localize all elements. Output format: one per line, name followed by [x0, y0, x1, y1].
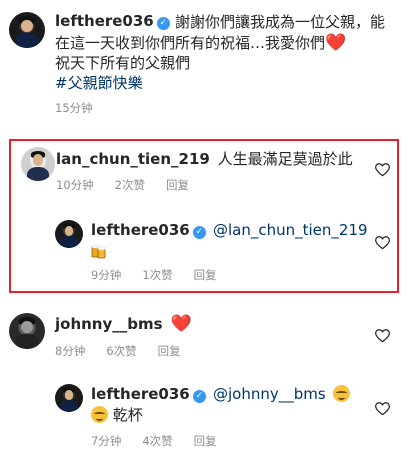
post-caption-line1: 謝謝你們讓我成為一位父親，能 — [175, 13, 386, 31]
reply-2-text: 乾杯 😌 — [91, 405, 143, 425]
comment-2-likes[interactable]: 6次赞 — [106, 344, 136, 358]
heart-outline-icon[interactable] — [375, 163, 390, 177]
comment-1-reply-button[interactable]: 回复 — [166, 178, 189, 192]
heart-outline-icon[interactable] — [375, 329, 390, 343]
beer-mugs-emoji — [91, 244, 106, 259]
verified-badge-icon: ✓ — [192, 390, 206, 403]
reply-1-mention[interactable]: @lan_chun_tien_219 — [213, 221, 368, 239]
reply-2-avatar[interactable] — [55, 384, 83, 412]
reply-2-reply-button[interactable]: 回复 — [194, 434, 217, 448]
heart-outline-icon[interactable] — [375, 236, 390, 250]
reply-1-avatar[interactable] — [55, 220, 83, 248]
reply-1-username[interactable]: lefthere036 — [91, 221, 190, 239]
comment-avatar-lan-chun-tien[interactable] — [21, 147, 55, 181]
reply-1-time: 9分钟 — [91, 268, 122, 282]
comment-1-username[interactable]: lan_chun_tien_219 — [56, 150, 210, 168]
post-caption-line2: 在這一天收到你們所有的祝福…我愛你們❤️ — [55, 33, 347, 53]
comment-avatar-johnny-bms[interactable] — [9, 313, 45, 349]
reply-2-header: lefthere036 ✓ @johnny__bms — [91, 385, 350, 403]
reply-2-username[interactable]: lefthere036 — [91, 385, 190, 403]
relieved-face-emoji — [91, 406, 108, 423]
comment-2-reply-button[interactable]: 回复 — [158, 344, 181, 358]
reply-2-likes[interactable]: 4次赞 — [142, 434, 172, 448]
reply-1-likes[interactable]: 1次赞 — [142, 268, 172, 282]
verified-badge-icon: ✓ — [156, 17, 170, 30]
reply-1-reply-button[interactable]: 回复 — [194, 268, 217, 282]
post-timestamp: 15分钟 — [55, 101, 93, 115]
comment-1-likes[interactable]: 2次赞 — [115, 178, 145, 192]
heart-outline-icon[interactable] — [375, 402, 390, 416]
reply-2-time: 7分钟 — [91, 434, 122, 448]
comment-2-meta: 8分钟 6次赞 回复 — [55, 343, 202, 359]
comments-screen: lefthere036 ✓ 謝謝你們讓我成為一位父親，能 在這一天收到你們所有的祝… — [0, 0, 411, 464]
reply-1-header: lefthere036 ✓ @lan_chun_tien_219 — [91, 221, 368, 239]
comment-1-text: 人生最滿足莫過於此 — [217, 150, 353, 168]
comment-1-meta: 10分钟 2次赞 回复 — [56, 177, 210, 193]
comment-2-username[interactable]: johnny__bms — [55, 315, 163, 333]
reply-2-mention[interactable]: @johnny__bms — [213, 385, 326, 403]
post-author-username[interactable]: lefthere036 ✓ — [55, 12, 170, 30]
reply-1-meta: 9分钟 1次赞 回复 — [91, 267, 238, 283]
post-caption-line3: 祝天下所有的父親們 — [55, 54, 191, 72]
comment-2: johnny__bms ❤️ — [55, 314, 192, 334]
relieved-face-emoji — [332, 385, 350, 402]
reply-2-meta: 7分钟 4次赞 回复 — [91, 433, 238, 449]
post-author-avatar[interactable] — [9, 12, 45, 48]
comment-1: lan_chun_tien_219 人生最滿足莫過於此 — [56, 148, 353, 169]
reply-1-emoji: 🍻 — [91, 242, 107, 262]
comment-2-time: 8分钟 — [55, 344, 86, 358]
heart-emoji: ❤️ — [325, 33, 347, 53]
verified-badge-icon: ✓ — [192, 226, 206, 239]
heart-emoji: ❤️ — [170, 314, 192, 334]
post-hashtag[interactable]: #父親節快樂 — [55, 73, 143, 93]
comment-1-time: 10分钟 — [56, 178, 94, 192]
